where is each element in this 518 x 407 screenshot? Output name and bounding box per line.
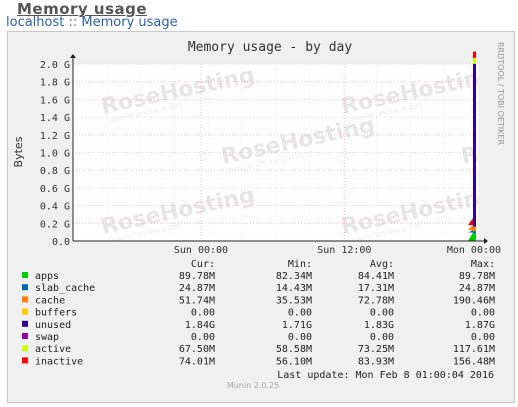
- x-axis-arrow: [484, 238, 488, 244]
- legend-value-avg: 84.41M: [358, 271, 394, 282]
- breadcrumb-host-link[interactable]: localhost: [6, 15, 64, 30]
- munin-version: Munin 2.0.25: [227, 381, 279, 390]
- legend-value-max: 1.87G: [465, 320, 495, 331]
- legend-swatch-buffers: [22, 308, 28, 315]
- legend-value-max: 190.46M: [453, 295, 495, 306]
- rrdtool-credit: RRDTOOL / TOBI OETIKER: [496, 42, 505, 145]
- memory-chart: Memory usage - by day Bytes RRDTOOL / TO…: [12, 40, 505, 390]
- last-update-text: Last update: Mon Feb 8 01:00:04 2016: [277, 370, 494, 381]
- legend-label-inactive: inactive: [35, 356, 83, 367]
- legend-swatch-unused: [22, 320, 28, 327]
- series-bar-active: [473, 57, 476, 64]
- legend-value-min: 1.71G: [282, 320, 312, 331]
- y-axis-label: Bytes: [12, 136, 25, 167]
- x-tick-label: Sun 12:00: [317, 245, 371, 256]
- series-bar-apps: [473, 233, 476, 241]
- breadcrumb-separator: ::: [68, 15, 78, 30]
- legend-value-max: 89.78M: [459, 271, 495, 282]
- x-tick-label: Sun 00:00: [174, 245, 228, 256]
- legend-label-active: active: [35, 344, 71, 355]
- legend-value-max: 117.61M: [453, 344, 495, 355]
- legend-column-header: Cur:: [191, 259, 215, 270]
- legend-swatch-cache: [22, 296, 28, 303]
- y-tick-label: 1.0 G: [40, 149, 70, 160]
- x-tick-label: Mon 00:00: [447, 245, 501, 256]
- legend-value-cur: 51.74M: [179, 295, 215, 306]
- legend-swatch-apps: [22, 272, 28, 278]
- breadcrumb-page-link[interactable]: Memory usage: [81, 15, 177, 30]
- series-bar-unused: [473, 63, 476, 227]
- legend-value-avg: 72.78M: [358, 295, 394, 306]
- legend-value-min: 58.58M: [276, 344, 312, 355]
- legend-value-cur: 67.50M: [179, 344, 215, 355]
- legend-value-max: 156.48M: [453, 356, 495, 367]
- legend-value-max: 24.87M: [459, 283, 495, 294]
- y-tick-label: 1.4 G: [40, 113, 70, 124]
- legend-value-avg: 83.93M: [358, 356, 394, 367]
- legend-label-unused: unused: [35, 320, 71, 331]
- y-tick-label: 0.6 G: [40, 184, 70, 195]
- legend-column-header: Avg:: [370, 259, 394, 270]
- legend-value-max: 0.00: [471, 332, 495, 343]
- legend-value-cur: 24.87M: [179, 283, 215, 294]
- legend-label-buffers: buffers: [35, 308, 77, 319]
- y-tick-label: 2.0 G: [40, 60, 70, 71]
- legend-value-min: 35.53M: [276, 295, 312, 306]
- legend-value-min: 14.43M: [276, 283, 312, 294]
- legend-value-min: 56.10M: [276, 356, 312, 367]
- y-tick-label: 0.8 G: [40, 166, 70, 177]
- legend-value-min: 0.00: [288, 332, 312, 343]
- legend-value-cur: 0.00: [191, 332, 215, 343]
- legend-column-header: Min:: [288, 259, 312, 270]
- legend-table: Cur: Min: Avg: Max: apps 89.78M 82.34M 84.41M 89…: [22, 259, 495, 367]
- legend-value-cur: 89.78M: [179, 271, 215, 282]
- y-tick-label: 1.2 G: [40, 131, 70, 142]
- series-bar-inactive: [473, 51, 476, 58]
- y-tick-label: 0.4 G: [40, 202, 70, 213]
- series-bar-cache: [473, 226, 476, 232]
- legend-value-avg: 0.00: [370, 332, 394, 343]
- series-bar-slab-cache: [473, 231, 476, 234]
- legend-value-max: 0.00: [471, 308, 495, 319]
- chart-title: Memory usage - by day: [188, 40, 353, 55]
- legend-value-cur: 74.01M: [179, 356, 215, 367]
- legend-value-cur: 1.84G: [185, 320, 215, 331]
- legend-value-cur: 0.00: [191, 308, 215, 319]
- legend-value-min: 0.00: [288, 308, 312, 319]
- legend-value-avg: 1.83G: [364, 320, 394, 331]
- legend-column-header: Max:: [471, 259, 495, 270]
- legend-swatch-inactive: [22, 357, 28, 364]
- legend-label-slab-cache: slab_cache: [35, 283, 95, 294]
- legend-value-avg: 73.25M: [358, 344, 394, 355]
- y-tick-label: 0.0: [52, 237, 70, 248]
- breadcrumb: localhost :: Memory usage: [6, 15, 178, 30]
- legend-value-min: 82.34M: [276, 271, 312, 282]
- y-tick-label: 1.8 G: [40, 78, 70, 89]
- legend-label-swap: swap: [35, 332, 59, 343]
- legend-value-avg: 17.31M: [358, 283, 394, 294]
- legend-label-apps: apps: [35, 271, 59, 282]
- legend-value-avg: 0.00: [370, 308, 394, 319]
- legend-swatch-slab-cache: [22, 284, 28, 291]
- y-tick-label: 0.2 G: [40, 219, 70, 230]
- memory-graph: Memory usage - by day Bytes RRDTOOL / TO…: [7, 31, 515, 403]
- legend-swatch-active: [22, 345, 28, 352]
- y-axis-arrow: [70, 54, 76, 58]
- legend-label-cache: cache: [35, 295, 65, 306]
- legend-swatch-swap: [22, 333, 28, 339]
- y-tick-label: 1.6 G: [40, 95, 70, 106]
